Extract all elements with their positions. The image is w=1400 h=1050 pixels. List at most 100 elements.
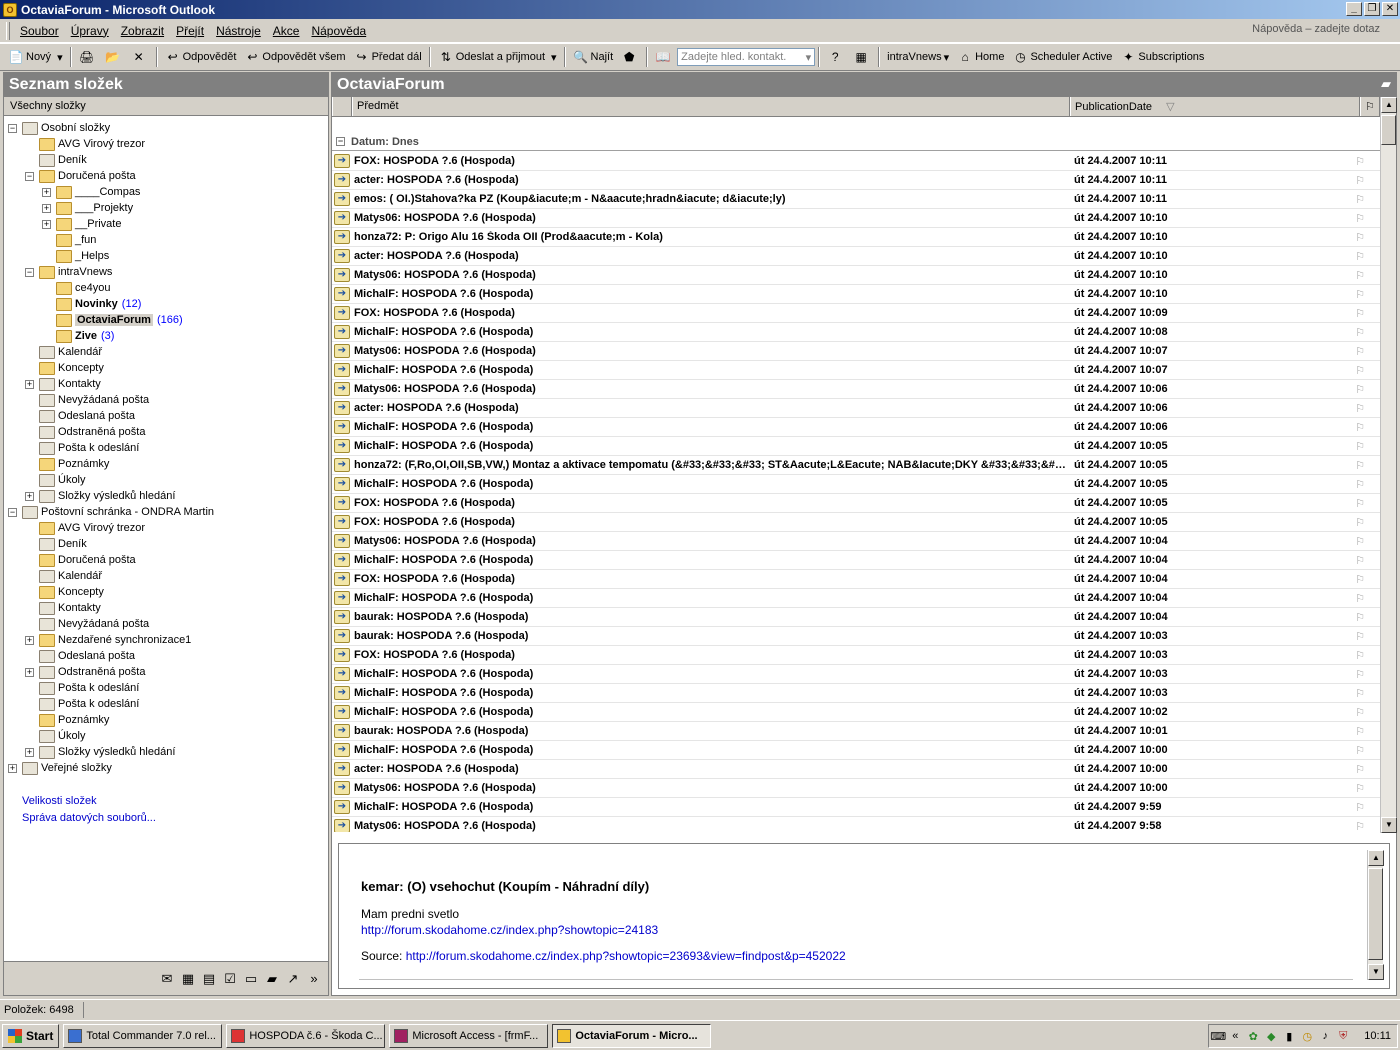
flag-icon[interactable]: ⚐ (1350, 630, 1370, 643)
folder-item[interactable]: Odstraněná pošta (4, 424, 328, 440)
flag-icon[interactable]: ⚐ (1350, 554, 1370, 567)
message-row[interactable]: ➔ MichalF: HOSPODA ?.6 (Hospoda) út 24.4.2… (332, 741, 1380, 760)
mail-nav-icon[interactable]: ✉ (159, 971, 175, 987)
flag-icon[interactable]: ⚐ (1350, 516, 1370, 529)
folder-item[interactable]: AVG Virový trezor (4, 520, 328, 536)
folder-item[interactable]: Úkoly (4, 472, 328, 488)
folder-item[interactable]: − Poštovní schránka - ONDRA Martin (4, 504, 328, 520)
data-file-management-link[interactable]: Správa datových souborů... (22, 812, 156, 824)
folder-item[interactable]: Pošta k odeslání (4, 440, 328, 456)
message-row[interactable]: ➔ acter: HOSPODA ?.6 (Hospoda) út 24.4.200… (332, 171, 1380, 190)
folder-item[interactable]: _Helps (4, 248, 328, 264)
message-row[interactable]: ➔ baurak: HOSPODA ?.6 (Hospoda) út 24.4.20… (332, 608, 1380, 627)
configure-buttons-icon[interactable]: » (306, 971, 322, 986)
flag-icon[interactable]: ⚐ (1350, 212, 1370, 225)
message-row[interactable]: ➔ MichalF: HOSPODA ?.6 (Hospoda) út 24.4.2… (332, 323, 1380, 342)
close-button[interactable]: ✕ (1382, 2, 1398, 16)
flag-icon[interactable]: ⚐ (1350, 706, 1370, 719)
folder-item[interactable]: + Složky výsledků hledání (4, 488, 328, 504)
message-row[interactable]: ➔ FOX: HOSPODA ?.6 (Hospoda) út 24.4.2007 … (332, 494, 1380, 513)
taskbar-hospoda-browser[interactable]: HOSPODA č.6 - Škoda C... (226, 1023, 386, 1048)
preview-scroll-thumb[interactable] (1368, 868, 1383, 960)
taskbar-total-commander[interactable]: Total Commander 7.0 rel... (63, 1023, 223, 1048)
publication-date-column-header[interactable]: PublicationDate ▽ (1070, 97, 1360, 116)
menu-view[interactable]: Zobrazit (115, 24, 170, 38)
flag-icon[interactable]: ⚐ (1350, 193, 1370, 206)
message-row[interactable]: ➔ acter: HOSPODA ?.6 (Hospoda) út 24.4.200… (332, 399, 1380, 418)
icon-column-header[interactable] (332, 97, 352, 116)
collapse-icon[interactable]: − (25, 267, 34, 277)
flag-icon[interactable]: ⚐ (1350, 725, 1370, 738)
collapse-icon[interactable]: − (25, 171, 34, 181)
flag-icon[interactable]: ⚐ (1350, 250, 1370, 263)
message-row[interactable]: ➔ FOX: HOSPODA ?.6 (Hospoda) út 24.4.2007 … (332, 304, 1380, 323)
move-to-folder-button[interactable]: 📂 (101, 46, 127, 68)
folder-item[interactable]: Poznámky (4, 456, 328, 472)
menu-file[interactable]: Soubor (14, 24, 65, 38)
folder-item[interactable]: Doručená pošta (4, 552, 328, 568)
message-row[interactable]: ➔ Matys06: HOSPODA ?.6 (Hospoda) út 24.4.2… (332, 266, 1380, 285)
flag-icon[interactable]: ⚐ (1350, 744, 1370, 757)
flag-icon[interactable]: ⚐ (1350, 307, 1370, 320)
expand-icon[interactable]: + (42, 219, 51, 229)
folder-item[interactable]: Kontakty (4, 600, 328, 616)
expand-icon[interactable]: + (42, 187, 51, 197)
menubar-grip[interactable] (6, 21, 10, 40)
shortcuts-nav-icon[interactable]: ↗ (285, 971, 301, 987)
folder-item[interactable]: − Osobní složky (4, 120, 328, 136)
flag-icon[interactable]: ⚐ (1350, 174, 1370, 187)
device-icon[interactable]: ▮ (1282, 1030, 1296, 1043)
preview-body-link[interactable]: http://forum.skodahome.cz/index.php?show… (361, 923, 658, 937)
message-row[interactable]: ➔ FOX: HOSPODA ?.6 (Hospoda) út 24.4.2007 … (332, 646, 1380, 665)
folder-item[interactable]: + Veřejné složky (4, 760, 328, 776)
folder-item[interactable]: AVG Virový trezor (4, 136, 328, 152)
message-row[interactable]: ➔ MichalF: HOSPODA ?.6 (Hospoda) út 24.4.2… (332, 437, 1380, 456)
expand-icon[interactable]: + (8, 763, 17, 773)
scroll-thumb[interactable] (1381, 115, 1396, 145)
folder-item[interactable]: + ___Projekty (4, 200, 328, 216)
folder-item[interactable]: Nevyžádaná pošta (4, 616, 328, 632)
folder-item[interactable]: Deník (4, 536, 328, 552)
flag-icon[interactable]: ⚐ (1350, 782, 1370, 795)
menu-actions[interactable]: Akce (267, 24, 306, 38)
message-row[interactable]: ➔ MichalF: HOSPODA ?.6 (Hospoda) út 24.4.2… (332, 798, 1380, 817)
flag-icon[interactable]: ⚐ (1350, 155, 1370, 168)
message-row[interactable]: ➔ Matys06: HOSPODA ?.6 (Hospoda) út 24.4.2… (332, 209, 1380, 228)
flag-column-header[interactable]: ⚐ (1360, 97, 1380, 116)
message-row[interactable]: ➔ Matys06: HOSPODA ?.6 (Hospoda) út 24.4.2… (332, 342, 1380, 361)
tray-clock-app-icon[interactable]: ◷ (1300, 1030, 1314, 1043)
scheduler-button[interactable]: ◷ Scheduler Active (1008, 46, 1116, 68)
new-button[interactable]: 📄 Nový ▾ (4, 46, 67, 68)
tasks-nav-icon[interactable]: ☑ (222, 971, 238, 987)
calendar-nav-icon[interactable]: ▦ (180, 971, 196, 987)
folder-list-nav-icon[interactable]: ▰ (264, 971, 280, 987)
message-row[interactable]: ➔ MichalF: HOSPODA ?.6 (Hospoda) út 24.4.2… (332, 589, 1380, 608)
outlook-app-icon[interactable]: O (3, 2, 17, 17)
flag-icon[interactable]: ⚐ (1350, 402, 1370, 415)
flag-icon[interactable]: ⚐ (1350, 820, 1370, 833)
folder-item[interactable]: + Složky výsledků hledání (4, 744, 328, 760)
folder-item[interactable]: Kalendář (4, 344, 328, 360)
folder-item[interactable]: Koncepty (4, 584, 328, 600)
find-button[interactable]: 🔍 Najít (569, 46, 618, 68)
folder-item[interactable]: + Nezdařené synchronizace1 (4, 632, 328, 648)
contacts-nav-icon[interactable]: ▤ (201, 971, 217, 987)
message-row[interactable]: ➔ baurak: HOSPODA ?.6 (Hospoda) út 24.4.20… (332, 627, 1380, 646)
message-row[interactable]: ➔ baurak: HOSPODA ?.6 (Hospoda) út 24.4.20… (332, 722, 1380, 741)
folder-item[interactable]: _fun (4, 232, 328, 248)
flag-icon[interactable]: ⚐ (1350, 364, 1370, 377)
minimize-button[interactable]: _ (1346, 2, 1362, 16)
expand-icon[interactable]: + (25, 667, 34, 677)
new-dropdown-arrow-icon[interactable]: ▾ (57, 51, 63, 64)
forward-button[interactable]: ↪ Předat dál (350, 46, 426, 68)
scroll-up-button[interactable]: ▲ (1381, 97, 1397, 113)
collapse-icon[interactable]: − (8, 507, 17, 517)
clock[interactable]: 10:11 (1364, 1030, 1391, 1042)
subject-column-header[interactable]: Předmět (352, 97, 1070, 116)
message-row[interactable]: ➔ Matys06: HOSPODA ?.6 (Hospoda) út 24.4.2… (332, 817, 1380, 832)
flag-icon[interactable]: ⚐ (1350, 573, 1370, 586)
message-row[interactable]: ➔ MichalF: HOSPODA ?.6 (Hospoda) út 24.4.2… (332, 551, 1380, 570)
expand-icon[interactable]: + (42, 203, 51, 213)
reply-button[interactable]: ↩ Odpovědět (161, 46, 241, 68)
flag-icon[interactable]: ⚐ (1350, 497, 1370, 510)
